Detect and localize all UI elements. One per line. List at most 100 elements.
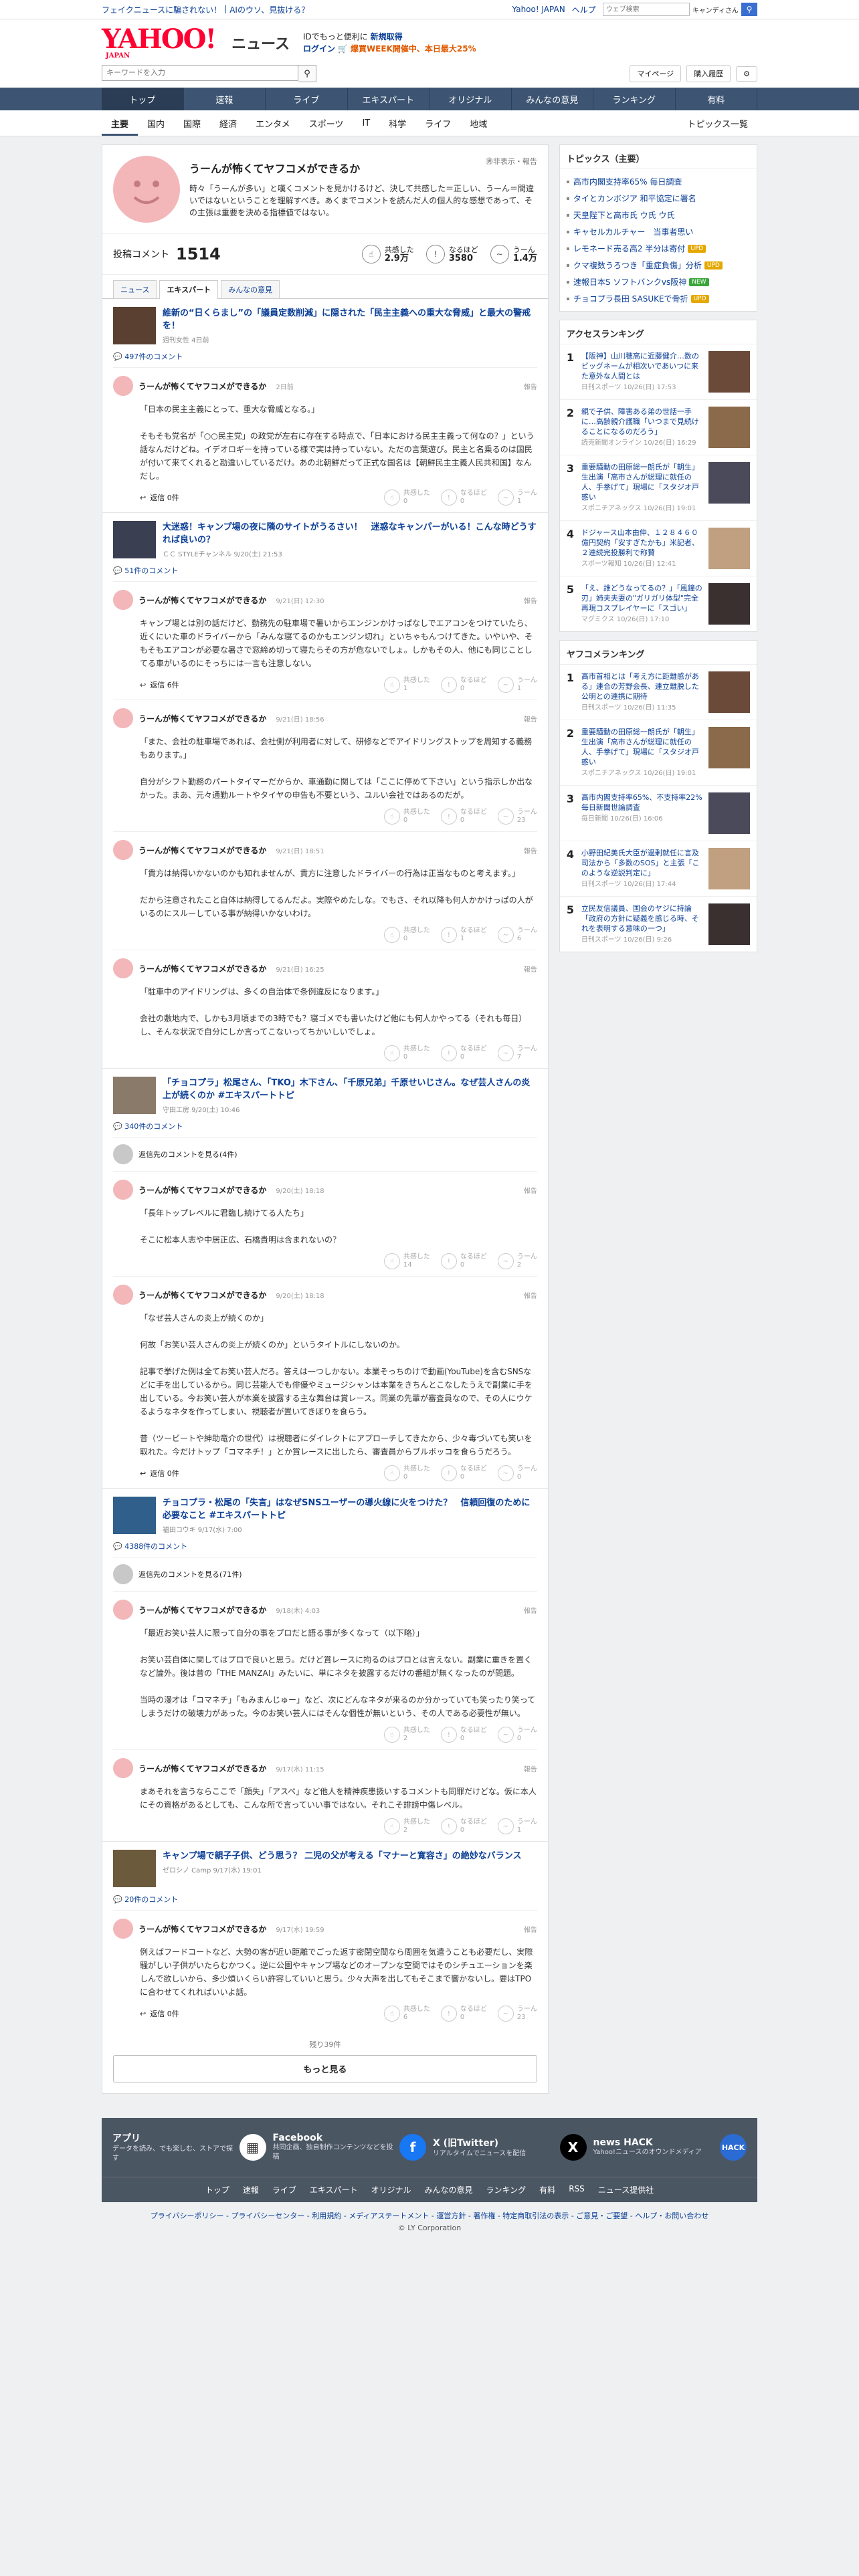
category-item[interactable]: 経済 [210, 117, 246, 130]
gnav-item-paid[interactable]: 有料 [676, 88, 757, 110]
reaction-button[interactable]: ∼ うーん 1 [497, 490, 537, 506]
footer-nav-item[interactable]: ランキング [486, 2184, 527, 2195]
reaction-button[interactable]: ∼ うーん 1 [497, 1818, 537, 1834]
article-title[interactable]: チョコプラ・松尾の「失言」はなぜSNSユーザーの導火線に火をつけた？ 信頼回復の… [163, 1497, 537, 1522]
reaction-button[interactable]: ☝ 共感した 0 [383, 1465, 430, 1481]
reply-button[interactable]: ↩ 返信 6件 [140, 679, 179, 690]
reaction-button[interactable]: ∼ うーん 0 [497, 1727, 537, 1743]
topics-list-link[interactable]: トピックス一覧 [678, 117, 757, 130]
report-link[interactable]: 報告 [524, 1605, 537, 1615]
report-link[interactable]: 報告 [524, 845, 537, 855]
newshack-promo[interactable]: news HACK Yahoo!ニュースのオウンドメディア HACK [593, 2131, 747, 2163]
topic-link[interactable]: 速報日本S ソフトバンクvs阪神 NEW [560, 274, 757, 290]
article-thumbnail[interactable] [113, 307, 156, 344]
promo-banner[interactable]: 🛒 爆買WEEK開催中、本日最大25% [338, 44, 476, 53]
article-title[interactable]: 「チョコプラ」松尾さん、「TKO」木下さん、「千原兄弟」千原せいじさん。なぜ芸人… [163, 1077, 537, 1102]
article-thumbnail[interactable] [113, 1850, 156, 1887]
reaction-button[interactable]: ☝ 共感した 0 [383, 1045, 430, 1061]
footer-links[interactable]: プライバシーポリシー - プライバシーセンター - 利用規約 - メディアステー… [0, 2210, 859, 2221]
ranking-item[interactable]: 5 「え、誰どうなってるの？」「風鐘の刃」姉夫夫妻の"ガリガリ体型"完全再現コスプ… [559, 576, 757, 631]
category-item[interactable]: 国際 [174, 117, 210, 130]
reaction-button[interactable]: ☝ 共感した 14 [383, 1253, 430, 1269]
category-item[interactable]: IT [353, 118, 379, 128]
ranking-item[interactable]: 3 重要騒動の田原総一朗氏が「朝生」生出演「高市さんが総理に就任の人、手拳げて」現… [559, 455, 757, 520]
reaction-button[interactable]: ∼ うーん 1 [497, 677, 537, 693]
reply-button[interactable]: ↩ 返信 0件 [140, 492, 179, 503]
tab-news[interactable]: ニュース [113, 280, 157, 298]
topic-link[interactable]: タイとカンボジア 和平協定に署名 [560, 190, 757, 207]
reaction-button[interactable]: ☝ 共感した 0 [383, 490, 430, 506]
reaction-button[interactable]: ☝ 共感した 0 [383, 809, 430, 825]
footer-nav-item[interactable]: トップ [205, 2184, 229, 2195]
category-item[interactable]: 国内 [138, 117, 174, 130]
reaction-button[interactable]: ! なるほど 0 [440, 490, 487, 506]
article-title[interactable]: キャンプ場で親子子供、どう思う？ 二児の父が考える「マナーと寛容さ」の絶妙なバラ… [163, 1850, 522, 1862]
reaction-button[interactable]: ! なるほど 0 [440, 1045, 487, 1061]
reaction-button[interactable]: ! なるほど 0 [440, 1253, 487, 1269]
gnav-item-top[interactable]: トップ [102, 88, 184, 110]
show-parent-comments[interactable]: 返信先のコメントを見る(4件) [113, 1137, 537, 1171]
ranking-item[interactable]: 3 高市内閣支持率65%、不支持率22% 毎日新聞世論調査 毎日新聞 10/26(日… [559, 785, 757, 841]
topic-link[interactable]: キャセルカルチャー 当事者思い [560, 223, 757, 240]
category-item[interactable]: エンタメ [246, 117, 300, 130]
app-promo[interactable]: アプリ データを読み、でも楽しむ、ストアで探す ▦ [112, 2131, 266, 2163]
reaction-button[interactable]: ∼ うーん 0 [497, 1465, 537, 1481]
yahoo-logo[interactable]: YAHOO! JAPAN [102, 26, 217, 60]
reaction-button[interactable]: ☝ 共感した 2 [383, 1818, 430, 1834]
report-link[interactable]: 報告 [524, 1185, 537, 1195]
yahoo-japan-link[interactable]: Yahoo! JAPAN [512, 5, 565, 14]
topic-link[interactable]: クマ複数うろつき「重症負傷」分析 UPD [560, 257, 757, 274]
ranking-item[interactable]: 2 親で子供、障害ある弟の世話一手に…高齢親介護職「いつまで見続けることになるのだ… [559, 399, 757, 455]
reaction-button[interactable]: ☝ 共感した 6 [383, 2006, 430, 2022]
article-comment-count[interactable]: 💬 20件のコメント [113, 1894, 537, 1905]
report-link[interactable]: 報告 [524, 1290, 537, 1300]
mypage-button[interactable]: マイページ [630, 65, 682, 82]
facebook-promo[interactable]: Facebook 共同企画、独自制作コンテンツなどを投稿 f [273, 2131, 426, 2163]
ranking-item[interactable]: 5 立民友信議員、国会のヤジに持論「政府の方針に疑義を感じる時、それを表明する意味… [559, 896, 757, 952]
footer-nav-item[interactable]: 速報 [243, 2184, 259, 2195]
footer-nav-item[interactable]: ニュース提供社 [598, 2184, 654, 2195]
search-icon[interactable]: ⚲ [298, 65, 316, 82]
article-title[interactable]: 大迷惑！キャンプ場の夜に隣のサイトがうるさい！ 迷惑なキャンパーがいる！こんな時… [163, 521, 537, 546]
alert-link[interactable]: AIのウソ、見抜ける？ [229, 4, 309, 15]
gear-icon[interactable]: ⚙ [736, 66, 757, 82]
topic-link[interactable]: 天皇陛下と高市氏 ウ氏 ウ氏 [560, 207, 757, 223]
article-comment-count[interactable]: 💬 340件のコメント [113, 1121, 537, 1132]
gnav-item-flash[interactable]: 速報 [184, 88, 266, 110]
report-link[interactable]: 報告 [524, 1924, 537, 1934]
reaction-button[interactable]: ! なるほど 0 [440, 809, 487, 825]
report-link[interactable]: 報告 [524, 381, 537, 391]
load-more-button[interactable]: もっと見る [113, 2055, 537, 2082]
report-link[interactable]: 報告 [524, 1763, 537, 1774]
reaction-button[interactable]: ☝ 共感した 1 [383, 677, 430, 693]
reaction-button[interactable]: ∼ うーん 7 [497, 1045, 537, 1061]
reply-button[interactable]: ↩ 返信 0件 [140, 2008, 179, 2019]
news-search-input[interactable] [102, 65, 298, 81]
reaction-button[interactable]: ! なるほど 0 [440, 1465, 487, 1481]
x-promo[interactable]: X (旧Twitter) リアルタイムでニュースを配信 X [433, 2131, 587, 2163]
footer-nav-item[interactable]: 有料 [539, 2184, 555, 2195]
reaction-button[interactable]: ☝ 共感した 2 [383, 1727, 430, 1743]
history-button[interactable]: 購入履歴 [686, 65, 731, 82]
ranking-item[interactable]: 4 小野田紀美氏大臣が過剰就任に言及 司法から「多数のSOS」と主張「このような逆… [559, 841, 757, 896]
category-item[interactable]: ライフ [415, 117, 460, 130]
reaction-button[interactable]: ☝ 共感した 0 [383, 927, 430, 943]
footer-nav-item[interactable]: オリジナル [371, 2184, 411, 2195]
category-item[interactable]: 科学 [379, 117, 415, 130]
alert-link[interactable]: フェイクニュースに騙されない！ [102, 4, 221, 15]
reaction-button[interactable]: ! なるほど 0 [440, 677, 487, 693]
signup-link[interactable]: 新規取得 [371, 32, 403, 41]
ranking-item[interactable]: 4 ドジャース山本由伸、１２８４６０億円契約「安すぎたかも」米記者、２連続完投勝利… [559, 520, 757, 576]
tab-expert[interactable]: エキスパート [159, 280, 219, 299]
login-link[interactable]: ログイン [303, 44, 335, 53]
reaction-button[interactable]: ∼ うーん 23 [497, 2006, 537, 2022]
ranking-item[interactable]: 1 【阪神】山川穂高に近藤健介…数のビッグネームが相次いであいつに来た意外な人間と… [560, 344, 757, 399]
category-main[interactable]: 主要 [102, 117, 138, 136]
search-icon[interactable]: ⚲ [741, 3, 757, 16]
article-comment-count[interactable]: 💬 497件のコメント [113, 351, 537, 362]
footer-nav-item[interactable]: RSS [569, 2184, 585, 2195]
topic-link[interactable]: レモネード売る高2 半分は寄付 UPD [560, 240, 757, 257]
news-logo[interactable]: ニュース [231, 32, 290, 53]
gnav-item-expert[interactable]: エキスパート [348, 88, 430, 110]
reaction-button[interactable]: ∼ うーん 2 [497, 1253, 537, 1269]
